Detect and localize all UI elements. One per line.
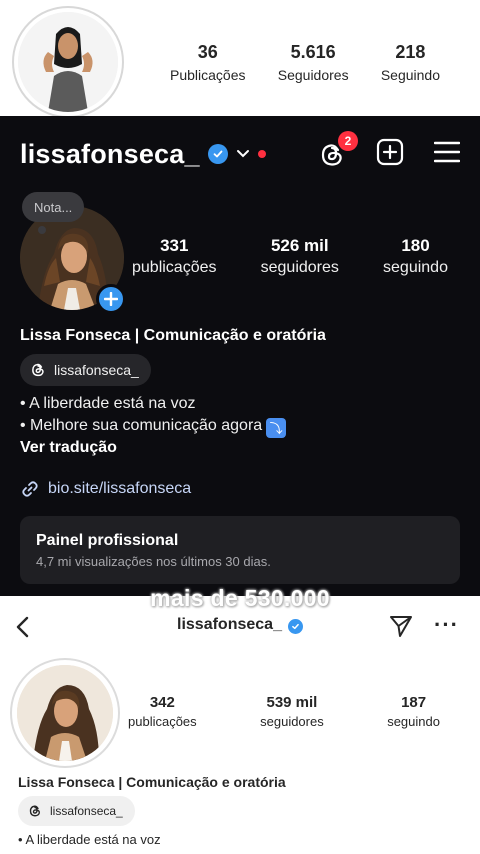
following-stat[interactable]: 218 Seguindo xyxy=(381,42,440,83)
profile-avatar xyxy=(18,12,118,112)
profile-avatar xyxy=(17,665,113,761)
following-stat[interactable]: 187 seguindo xyxy=(387,694,440,729)
following-label: Seguindo xyxy=(380,67,440,83)
nav-username: lissafonseca_ xyxy=(177,616,282,633)
threads-handle: lissafonseca_ xyxy=(54,362,139,378)
threads-profile-link[interactable]: lissafonseca_ xyxy=(18,796,135,826)
threads-notification-badge: 2 xyxy=(338,130,358,151)
followers-count: 539 mil xyxy=(266,694,318,711)
menu-button[interactable] xyxy=(433,141,461,168)
posts-label: Publicações xyxy=(170,67,246,83)
account-switcher-chevron-icon[interactable] xyxy=(236,146,250,162)
threads-button[interactable]: 2 xyxy=(318,130,358,169)
bio-website-url: bio.site/lissafonseca xyxy=(48,480,192,497)
video-caption-overlay: mais de 530.000 xyxy=(150,585,330,611)
verified-badge-icon xyxy=(207,144,228,164)
posts-stat[interactable]: 342 publicações xyxy=(128,694,197,729)
more-options-icon[interactable]: ··· xyxy=(434,612,459,638)
following-label: seguindo xyxy=(387,714,440,729)
posts-stat[interactable]: 36 Publicações xyxy=(170,42,246,83)
posts-stat[interactable]: 331 publicações xyxy=(132,236,217,277)
profile-nav-bar: lissafonseca_ ··· xyxy=(0,612,480,642)
note-bubble-tail xyxy=(38,226,46,234)
following-count: 187 xyxy=(401,694,427,711)
bio-line-1: • A liberdade está na voz xyxy=(18,832,161,847)
posts-count: 331 xyxy=(160,236,189,255)
threads-icon xyxy=(32,363,44,377)
profile-full-name: Lissa Fonseca | Comunicação e oratória xyxy=(18,774,286,790)
visitor-profile-screen: lissafonseca_ ··· 342 publicações 539 mi… xyxy=(0,596,480,854)
add-post-button[interactable] xyxy=(376,138,404,171)
send-message-button[interactable] xyxy=(388,613,414,644)
arrow-down-emoji-icon: ⤵ xyxy=(266,417,287,438)
profile-header-bar: lissafonseca_ 2 xyxy=(20,130,461,171)
posts-label: publicações xyxy=(128,714,197,729)
profile-avatar-ring[interactable] xyxy=(12,6,124,118)
followers-label: seguidores xyxy=(260,259,339,276)
plus-icon xyxy=(104,292,118,306)
profile-full-name: Lissa Fonseca | Comunicação e oratória xyxy=(20,327,326,344)
followers-stat[interactable]: 5.616 Seguidores xyxy=(278,42,349,83)
followers-stat[interactable]: 539 mil seguidores xyxy=(260,694,324,729)
hamburger-menu-icon xyxy=(433,141,461,163)
account-notification-dot xyxy=(257,150,266,158)
following-label: seguindo xyxy=(383,259,448,276)
professional-dashboard-card[interactable]: Painel profissional 4,7 mi visualizações… xyxy=(20,516,460,584)
followers-label: Seguidores xyxy=(277,67,349,83)
professional-dashboard-subtitle: 4,7 mi visualizações nos últimos 30 dias… xyxy=(36,554,271,569)
bio-line-2-text: • Melhore sua comunicação agora xyxy=(20,417,263,434)
see-translation-link[interactable]: Ver tradução xyxy=(20,439,117,457)
following-stat[interactable]: 180 seguindo xyxy=(383,236,448,277)
profile-stats: 342 publicações 539 mil seguidores 187 s… xyxy=(128,694,440,729)
old-profile-header: 36 Publicações 5.616 Seguidores 218 Segu… xyxy=(0,0,480,118)
posts-count: 36 xyxy=(197,42,218,62)
header-actions: 2 xyxy=(318,130,461,171)
add-post-icon xyxy=(376,138,404,166)
posts-label: publicações xyxy=(132,259,217,276)
followers-count: 526 mil xyxy=(270,236,329,255)
verified-badge-icon xyxy=(287,619,303,634)
profile-avatar-ring[interactable] xyxy=(10,658,120,768)
threads-icon xyxy=(29,805,41,817)
followers-count: 5.616 xyxy=(290,42,336,62)
dark-profile-screen: lissafonseca_ 2 Nota... 331 publicações … xyxy=(0,116,480,596)
bio-line-2: • Melhore sua comunicação agora ⤵ xyxy=(20,417,287,438)
old-profile-stats: 36 Publicações 5.616 Seguidores 218 Segu… xyxy=(170,42,440,83)
send-icon xyxy=(390,616,412,637)
threads-profile-link[interactable]: lissafonseca_ xyxy=(20,354,151,386)
following-count: 180 xyxy=(401,236,430,255)
following-count: 218 xyxy=(395,42,426,62)
profile-stats: 331 publicações 526 mil seguidores 180 s… xyxy=(132,236,448,277)
followers-stat[interactable]: 526 mil seguidores xyxy=(261,236,339,277)
link-icon xyxy=(22,481,38,497)
threads-handle: lissafonseca_ xyxy=(50,804,123,818)
bio-website-link[interactable]: bio.site/lissafonseca xyxy=(20,479,191,499)
followers-label: seguidores xyxy=(260,714,324,729)
bio-line-1: • A liberdade está na voz xyxy=(20,395,196,412)
note-bubble[interactable]: Nota... xyxy=(22,192,85,222)
account-username[interactable]: lissafonseca_ xyxy=(20,139,200,170)
posts-count: 342 xyxy=(149,694,175,711)
add-story-button[interactable] xyxy=(96,284,126,314)
professional-dashboard-title: Painel profissional xyxy=(36,532,179,549)
